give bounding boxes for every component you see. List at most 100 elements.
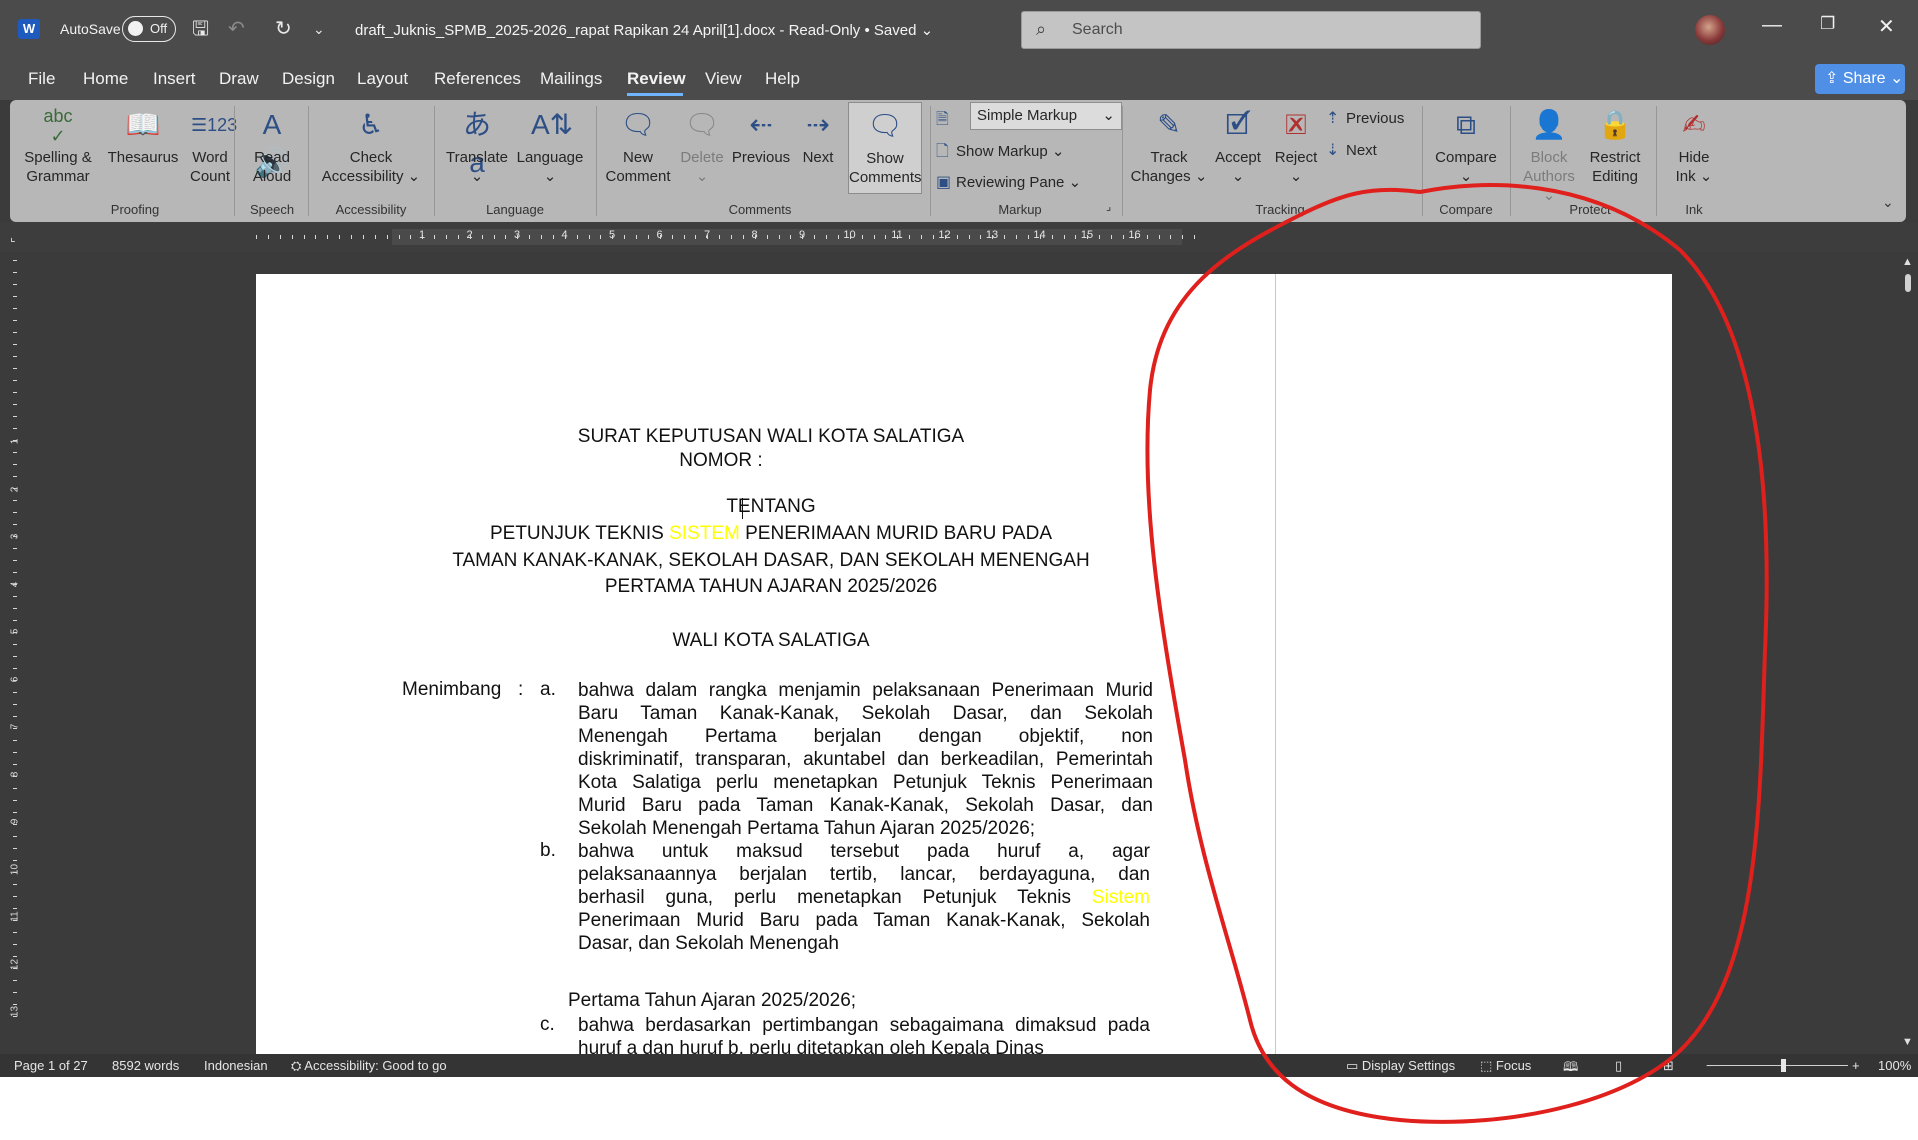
scroll-down-icon[interactable]: ▼ — [1902, 1036, 1913, 1048]
vertical-ruler-tick — [13, 572, 17, 573]
scrollbar-thumb[interactable] — [1905, 274, 1911, 292]
save-icon[interactable]: 🖫 — [192, 17, 209, 41]
item-a-text: bahwa dalam rangka menjamin pelaksanaan … — [578, 679, 1153, 840]
word-count-button[interactable]: ☰123 Word Count — [180, 106, 240, 186]
ruler-tick — [980, 235, 982, 239]
avatar[interactable] — [1695, 15, 1725, 45]
compare-button[interactable]: ⧉ Compare ⌄ — [1428, 106, 1504, 186]
language-button[interactable]: A⇅ Language ⌄ — [512, 106, 588, 186]
vertical-ruler[interactable]: 12345678910111213 — [8, 260, 22, 1050]
search-box[interactable]: ⌕ Search — [1021, 11, 1481, 49]
zoom-slider-thumb[interactable] — [1781, 1059, 1786, 1072]
hide-ink-button[interactable]: ✍ Hide Ink ⌄ — [1664, 106, 1724, 186]
undo-icon[interactable]: ↶ — [228, 17, 245, 41]
compare-icon: ⧉ — [1456, 109, 1476, 140]
vertical-ruler-tick — [13, 452, 17, 453]
tab-file[interactable]: File — [28, 69, 55, 89]
accept-button[interactable]: 🗹 Accept ⌄ — [1208, 106, 1268, 186]
paragraph-line: berhasil guna, perlu menetapkan Petunjuk… — [578, 887, 1150, 908]
ruler-tick — [909, 235, 911, 239]
show-comments-button[interactable]: 🗨 Show Comments — [848, 102, 922, 194]
zoom-level[interactable]: 100% — [1878, 1058, 1911, 1073]
print-layout-icon[interactable]: ▯ — [1615, 1058, 1622, 1074]
read-aloud-button[interactable]: A🔊 Read Aloud — [246, 106, 298, 186]
tab-draw[interactable]: Draw — [219, 69, 259, 89]
autosave-toggle[interactable]: Off — [122, 16, 176, 42]
focus-icon: ⬚ — [1480, 1058, 1496, 1073]
restrict-editing-button[interactable]: 🔒 Restrict Editing — [1582, 106, 1648, 186]
vertical-ruler-tick — [13, 392, 17, 393]
previous-comment-button[interactable]: ⇠ Previous — [726, 106, 796, 167]
track-changes-button[interactable]: ✎ Track Changes ⌄ — [1130, 106, 1208, 186]
tab-design[interactable]: Design — [282, 69, 335, 89]
vertical-ruler-tick — [13, 860, 17, 861]
redo-icon[interactable]: ↻ — [275, 17, 292, 41]
orphan-line: Pertama Tahun Ajaran 2025/2026; — [568, 990, 857, 1011]
next-comment-button[interactable]: ⇢ Next — [790, 106, 846, 167]
ruler-tick — [1075, 235, 1077, 239]
markup-select[interactable]: Simple Markup ⌄ — [970, 102, 1122, 130]
zoom-slider[interactable] — [1708, 1065, 1848, 1066]
document-title[interactable]: draft_Juknis_SPMB_2025-2026_rapat Rapika… — [355, 21, 933, 39]
item-b-text: bahwa untuk maksud tersebut pada huruf a… — [578, 840, 1150, 955]
word-count-indicator[interactable]: 8592 words — [112, 1058, 179, 1073]
read-mode-icon[interactable]: 🕮 — [1563, 1058, 1578, 1077]
close-icon[interactable]: ✕ — [1878, 14, 1895, 39]
read-aloud-icon: A🔊 — [254, 109, 290, 178]
tab-selector-icon[interactable]: ⌞ — [10, 230, 16, 244]
vertical-ruler-tick — [13, 776, 17, 777]
spelling-grammar-button[interactable]: abc ✓ Spelling & Grammar — [22, 106, 94, 186]
reject-button[interactable]: 🗷 Reject ⌄ — [1266, 106, 1326, 186]
translate-button[interactable]: あa Translate ⌄ — [442, 106, 512, 186]
ruler-tick — [778, 235, 780, 239]
vertical-ruler-tick — [13, 920, 17, 921]
check-accessibility-button[interactable]: ♿ Check Accessibility ⌄ — [316, 106, 426, 186]
document-page[interactable]: SURAT KEPUTUSAN WALI KOTA SALATIGA NOMOR… — [256, 274, 1672, 1059]
minimize-icon[interactable]: — — [1762, 14, 1782, 37]
delete-comment-button[interactable]: 🗨 Delete ⌄ — [670, 106, 734, 186]
vertical-ruler-tick — [13, 692, 17, 693]
ruler-tick — [529, 235, 531, 239]
zoom-in-icon[interactable]: + — [1852, 1058, 1860, 1073]
tab-references[interactable]: References — [434, 69, 521, 89]
previous-change-button[interactable]: ⇡ Previous — [1326, 108, 1404, 128]
language-indicator[interactable]: Indonesian — [204, 1058, 268, 1073]
restore-icon[interactable]: ❐ — [1820, 14, 1835, 34]
share-icon: ⇪ — [1825, 70, 1843, 87]
tab-layout[interactable]: Layout — [357, 69, 408, 89]
new-comment-button[interactable]: 🗨 New Comment — [598, 106, 678, 186]
tab-view[interactable]: View — [705, 69, 742, 89]
next-change-button[interactable]: ⇣ Next — [1326, 140, 1377, 160]
doc-tentang-line: TENTANG — [726, 496, 816, 517]
focus-button[interactable]: ⬚ Focus — [1480, 1058, 1531, 1074]
tab-insert[interactable]: Insert — [153, 69, 196, 89]
scroll-up-icon[interactable]: ▲ — [1902, 256, 1913, 268]
horizontal-ruler[interactable]: 12345678910111213141516 — [252, 229, 1272, 245]
ruler-tick — [932, 235, 934, 239]
show-markup-button[interactable]: 🗋 Show Markup ⌄ — [936, 140, 1064, 167]
tab-help[interactable]: Help — [765, 69, 800, 89]
tab-review[interactable]: Review — [627, 69, 686, 89]
accessibility-status[interactable]: ⛭ Accessibility: Good to go — [291, 1058, 447, 1074]
language-icon: A⇅ — [531, 109, 574, 140]
focus-label: Focus — [1495, 1058, 1532, 1073]
page-indicator[interactable]: Page 1 of 27 — [14, 1058, 88, 1073]
share-button[interactable]: ⇪ Share ⌄ — [1815, 64, 1905, 94]
markup-dialog-launcher-icon[interactable]: ⌟ — [1106, 200, 1111, 213]
vertical-scrollbar[interactable]: ▲ ▼ — [1898, 252, 1918, 1052]
ribbon-expand-icon[interactable]: ⌄ — [1882, 194, 1894, 211]
display-settings-button[interactable]: ▭ Display Settings — [1346, 1058, 1455, 1074]
vertical-ruler-tick — [13, 728, 17, 729]
block-authors-button[interactable]: 👤 Block Authors ⌄ — [1516, 106, 1582, 205]
web-layout-icon[interactable]: ⊞ — [1663, 1058, 1674, 1074]
paragraph-line: diskriminatif, transparan, akuntabel dan… — [578, 749, 1153, 770]
ruler-tick — [1146, 235, 1148, 239]
ruler-tick — [315, 235, 317, 239]
tab-mailings[interactable]: Mailings — [540, 69, 602, 89]
reviewing-pane-button[interactable]: ▣ Reviewing Pane ⌄ — [936, 172, 1081, 192]
restrict-label: Restrict — [1589, 149, 1641, 166]
vertical-ruler-tick — [13, 620, 17, 621]
tab-home[interactable]: Home — [83, 69, 128, 89]
thesaurus-button[interactable]: 📖 Thesaurus — [102, 106, 184, 167]
customize-icon[interactable]: ⌄ — [313, 17, 325, 41]
